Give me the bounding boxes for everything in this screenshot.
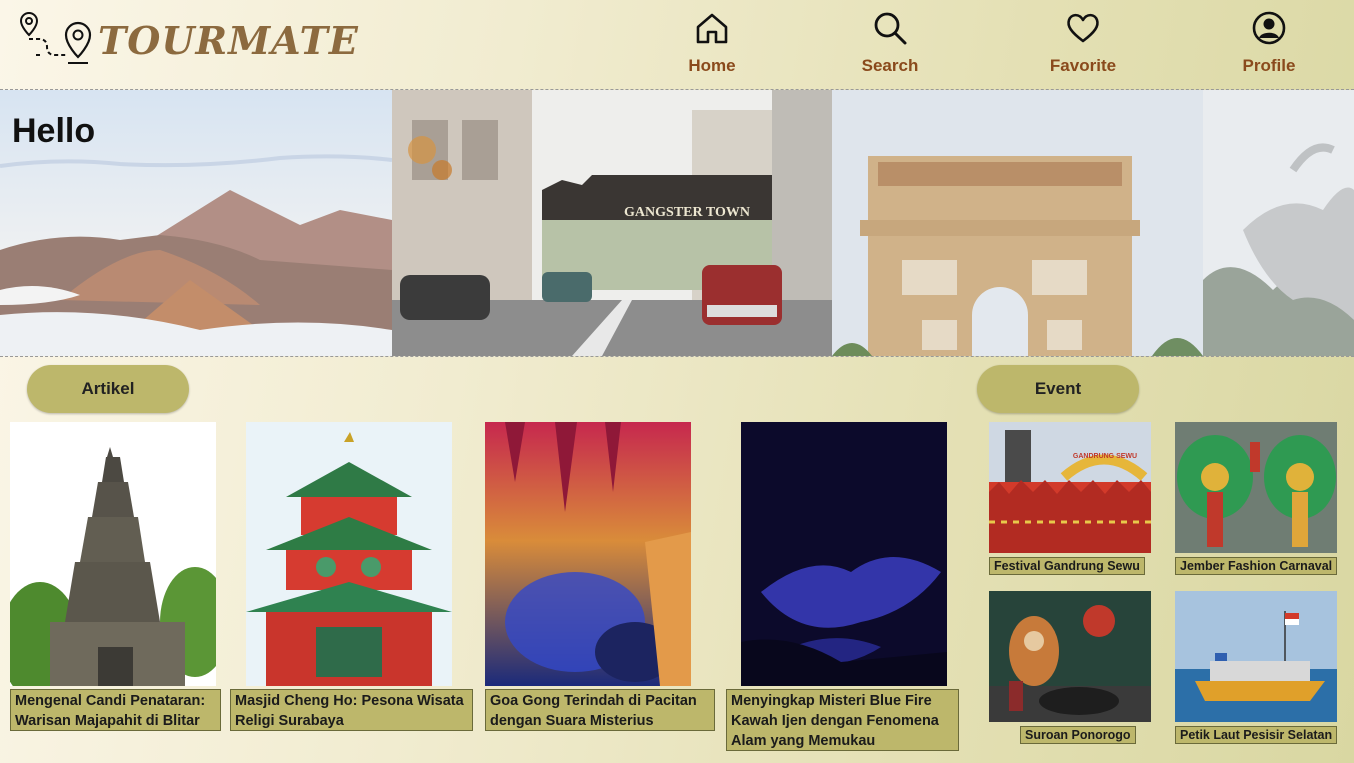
article-image-kawah-ijen[interactable] <box>741 422 947 686</box>
article-caption-3[interactable]: Goa Gong Terindah di Pacitan dengan Suar… <box>485 689 715 731</box>
event-caption-1[interactable]: Festival Gandrung Sewu <box>989 557 1145 575</box>
hero-greeting: Hello <box>12 112 96 150</box>
app-logo[interactable]: TOURMATE <box>18 10 359 70</box>
event-image-suroan-ponorogo[interactable] <box>989 591 1151 722</box>
event-caption-3[interactable]: Suroan Ponorogo <box>1020 726 1136 744</box>
nav-favorite[interactable]: Favorite <box>1028 10 1138 76</box>
nav-home-label: Home <box>688 56 736 75</box>
search-icon <box>874 12 907 45</box>
top-header: TOURMATE Home Search Favorite Profile <box>0 0 1354 89</box>
article-image-masjid-cheng-ho[interactable] <box>246 422 452 686</box>
events-section-button[interactable]: Event <box>977 365 1139 413</box>
article-caption-1[interactable]: Mengenal Candi Penataran: Warisan Majapa… <box>10 689 221 731</box>
article-caption-4[interactable]: Menyingkap Misteri Blue Fire Kawah Ijen … <box>726 689 959 751</box>
article-image-candi-penataran[interactable] <box>10 422 216 686</box>
event-caption-4[interactable]: Petik Laut Pesisir Selatan <box>1175 726 1338 744</box>
gangster-town-sign: GANGSTER TOWN <box>624 205 750 220</box>
nav-favorite-label: Favorite <box>1049 56 1117 75</box>
articles-section-button[interactable]: Artikel <box>27 365 189 413</box>
home-icon <box>696 13 728 44</box>
event-image-jember-fashion-carnaval[interactable] <box>1175 422 1337 553</box>
event-image-petik-laut[interactable] <box>1175 591 1337 722</box>
nav-home[interactable]: Home <box>657 10 767 76</box>
nav-search[interactable]: Search <box>835 10 945 76</box>
user-circle-icon <box>1252 11 1286 45</box>
nav-profile[interactable]: Profile <box>1214 10 1324 76</box>
article-image-goa-gong[interactable] <box>485 422 691 686</box>
heart-icon <box>1067 13 1099 43</box>
event-caption-2[interactable]: Jember Fashion Carnaval <box>1175 557 1338 575</box>
hero-image-gangster-town: GANGSTER TOWN <box>392 90 832 356</box>
hero-image-monument <box>832 90 1203 356</box>
nav-search-label: Search <box>861 56 919 75</box>
article-caption-2[interactable]: Masjid Cheng Ho: Pesona Wisata Religi Su… <box>230 689 473 731</box>
hero-banner: GANGSTER TOWN Hello <box>0 89 1354 357</box>
nav-profile-label: Profile <box>1242 56 1296 75</box>
app-logo-text: TOURMATE <box>98 17 359 63</box>
gandrung-sewu-banner: GANDRUNG SEWU <box>1073 453 1137 460</box>
map-route-icon <box>19 11 92 64</box>
hero-image-statue <box>1203 90 1354 356</box>
event-image-gandrung-sewu[interactable]: GANDRUNG SEWU <box>989 422 1151 553</box>
